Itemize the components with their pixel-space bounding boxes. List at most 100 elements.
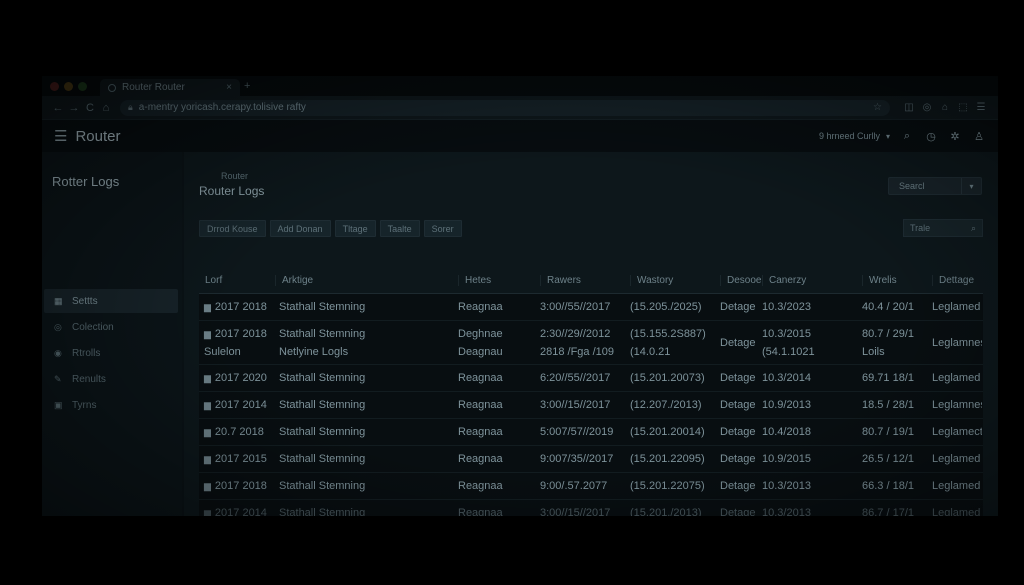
- column-header[interactable]: Dettage: [932, 275, 982, 286]
- table-cell: Reagnaa: [458, 369, 540, 387]
- table-cell: 18.5 / 28/1: [862, 396, 932, 414]
- cell-text: 2017 2018: [214, 327, 267, 340]
- table-cell: (15.201.20073): [630, 369, 720, 387]
- table-row[interactable]: ▆ 2017 2020 Stathall Stemning Reagnaa 6:20//…: [199, 365, 983, 392]
- sidebar-item[interactable]: ✎ Renults: [44, 367, 178, 391]
- column-header[interactable]: Rawers: [540, 275, 630, 286]
- browser-menu-icon[interactable]: ☰: [972, 102, 990, 113]
- sidebar-item[interactable]: ▦ Settts: [44, 289, 178, 313]
- forward-icon[interactable]: →: [66, 102, 82, 114]
- table-cell: Leglamnest: [932, 321, 982, 364]
- toolbar-button[interactable]: Add Donan: [269, 220, 331, 237]
- toolbar-button[interactable]: Taalte: [379, 220, 420, 237]
- settings-icon[interactable]: ✲: [948, 130, 962, 143]
- clock-icon[interactable]: ◷: [924, 130, 938, 143]
- table-row[interactable]: ▆ 2017 2018 Sulelon Stathall Stemning Netlyi…: [199, 321, 983, 365]
- maximize-window-button[interactable]: [78, 82, 87, 91]
- column-header[interactable]: Desooe: [720, 275, 762, 286]
- cell-text: Detage: [720, 399, 756, 411]
- sidebar-item[interactable]: ◉ Rtrolls: [44, 341, 178, 365]
- column-header[interactable]: Wastory: [630, 275, 720, 286]
- search-button[interactable]: Searcl ▾: [888, 177, 982, 195]
- bookmark-star-icon[interactable]: ☆: [873, 102, 882, 113]
- toolbar: Drrod Kouse Add Donan Tltage Taalte Sorer: [199, 220, 462, 237]
- cell-text: (15.155.2S887): [630, 327, 706, 340]
- cell-text: 86.7 / 17/1: [862, 507, 914, 516]
- cell-text: Stathall Stemning: [279, 372, 366, 384]
- table-cell: 26.5 / 12/1: [862, 450, 932, 468]
- table-row[interactable]: ▆ 2017 2014 Stathall Stemning Reagnaa 3:00//…: [199, 500, 983, 516]
- table-row[interactable]: ▆ 20.7 2018 Stathall Stemning Reagnaa 5:007/…: [199, 419, 983, 446]
- toolbar-button[interactable]: Drrod Kouse: [199, 220, 266, 237]
- table-cell: ▆ 2017 2018: [199, 477, 275, 495]
- table-row[interactable]: ▆ 2017 2018 Stathall Stemning Reagnaa 3:00//…: [199, 294, 983, 321]
- cell-text: 2:30//29//2012: [540, 327, 611, 340]
- extension-icon[interactable]: ◫: [900, 102, 918, 113]
- toolbar-button[interactable]: Sorer: [423, 220, 462, 237]
- table-cell: 86.7 / 17/1: [862, 504, 932, 516]
- column-header[interactable]: Wrelis: [862, 275, 932, 286]
- cell-text: Loils: [862, 345, 885, 358]
- extension-icon[interactable]: ⌂: [936, 102, 954, 113]
- browser-tab[interactable]: Router Router ×: [100, 79, 240, 96]
- table-cell: Leglamed: [932, 477, 982, 495]
- column-header[interactable]: Arktige: [275, 275, 458, 286]
- cell-text: 2017 2014: [214, 507, 267, 516]
- filter-input[interactable]: Trale ⌕: [903, 219, 983, 237]
- folder-icon: ▆: [204, 328, 211, 339]
- table-cell: ▆ 2017 2018: [199, 298, 275, 316]
- search-icon[interactable]: ⌕: [900, 130, 914, 143]
- column-header[interactable]: Lorf: [199, 275, 275, 286]
- user-icon[interactable]: ♙: [972, 130, 986, 143]
- extension-icon[interactable]: ◎: [918, 102, 936, 113]
- sidebar-item[interactable]: ◎ Colection: [44, 315, 178, 339]
- new-tab-icon[interactable]: +: [244, 80, 250, 92]
- back-icon[interactable]: ←: [50, 102, 66, 114]
- table-cell: 10.9/2015: [762, 450, 862, 468]
- filter-placeholder: Trale: [910, 223, 931, 233]
- cell-text: 3:00//55//2017: [540, 301, 611, 313]
- table-cell: ▆ 2017 2014: [199, 396, 275, 414]
- browser-tab-bar: Router Router × +: [42, 76, 998, 96]
- table-cell: Detage: [720, 298, 762, 316]
- close-window-button[interactable]: [50, 82, 59, 91]
- table-cell: ▆ 2017 2020: [199, 369, 275, 387]
- reload-icon[interactable]: C: [82, 102, 98, 114]
- table-cell: (15.201.22095): [630, 450, 720, 468]
- table-row[interactable]: ▆ 2017 2014 Stathall Stemning Reagnaa 3:00//…: [199, 392, 983, 419]
- column-header[interactable]: Hetes: [458, 275, 540, 286]
- profile-icon[interactable]: ⬚: [954, 102, 972, 113]
- url-text[interactable]: a-mentry yoricash.cerapy.tolisive rafty: [139, 102, 867, 113]
- table-body: ▆ 2017 2018 Stathall Stemning Reagnaa 3:00//…: [199, 294, 983, 516]
- main-content: Router Router Logs Searcl ▾ Drrod Kouse A…: [184, 152, 998, 516]
- cell-text: Leglamed: [932, 507, 981, 516]
- sidebar-item-label: Rtrolls: [72, 347, 101, 359]
- table-cell: Detage: [720, 450, 762, 468]
- app-title: Router: [75, 127, 121, 145]
- cell-text: 10.3/2023: [762, 301, 811, 313]
- table-cell: Reagnaa: [458, 450, 540, 468]
- sidebar-item[interactable]: ▣ Tyrns: [44, 393, 178, 417]
- cell-text: Detage: [720, 301, 756, 313]
- chevron-down-icon[interactable]: ▾: [961, 178, 981, 194]
- tab-close-icon[interactable]: ×: [226, 82, 232, 93]
- table-row[interactable]: ▆ 2017 2018 Stathall Stemning Reagnaa 9:00/.…: [199, 473, 983, 500]
- folder-icon: ▆: [204, 508, 211, 516]
- account-selector[interactable]: 9 hrneed Curlly ▾: [819, 131, 890, 141]
- toolbar-button[interactable]: Tltage: [334, 220, 376, 237]
- address-bar[interactable]: 🔒︎ a-mentry yoricash.cerapy.tolisive raf…: [120, 99, 890, 116]
- cell-text: 10.4/2018: [762, 426, 811, 438]
- cell-text: (15.201.22075): [630, 480, 705, 492]
- hamburger-menu-icon[interactable]: ☰: [54, 127, 67, 145]
- minimize-window-button[interactable]: [64, 82, 73, 91]
- cell-text: Detage: [720, 426, 756, 438]
- table-cell: 10.3/2013: [762, 477, 862, 495]
- table-cell: Stathall Stemning: [275, 504, 458, 516]
- table-cell: Leglamnest: [932, 396, 982, 414]
- breadcrumb[interactable]: Router: [221, 171, 248, 181]
- column-header[interactable]: Canerzy: [762, 275, 862, 286]
- table-header: Lorf Arktige Hetes Rawers Wastory Desooe Caner…: [199, 268, 983, 294]
- home-icon[interactable]: ⌂: [98, 102, 114, 114]
- table-cell: Detage: [720, 423, 762, 441]
- table-row[interactable]: ▆ 2017 2015 Stathall Stemning Reagnaa 9:007/…: [199, 446, 983, 473]
